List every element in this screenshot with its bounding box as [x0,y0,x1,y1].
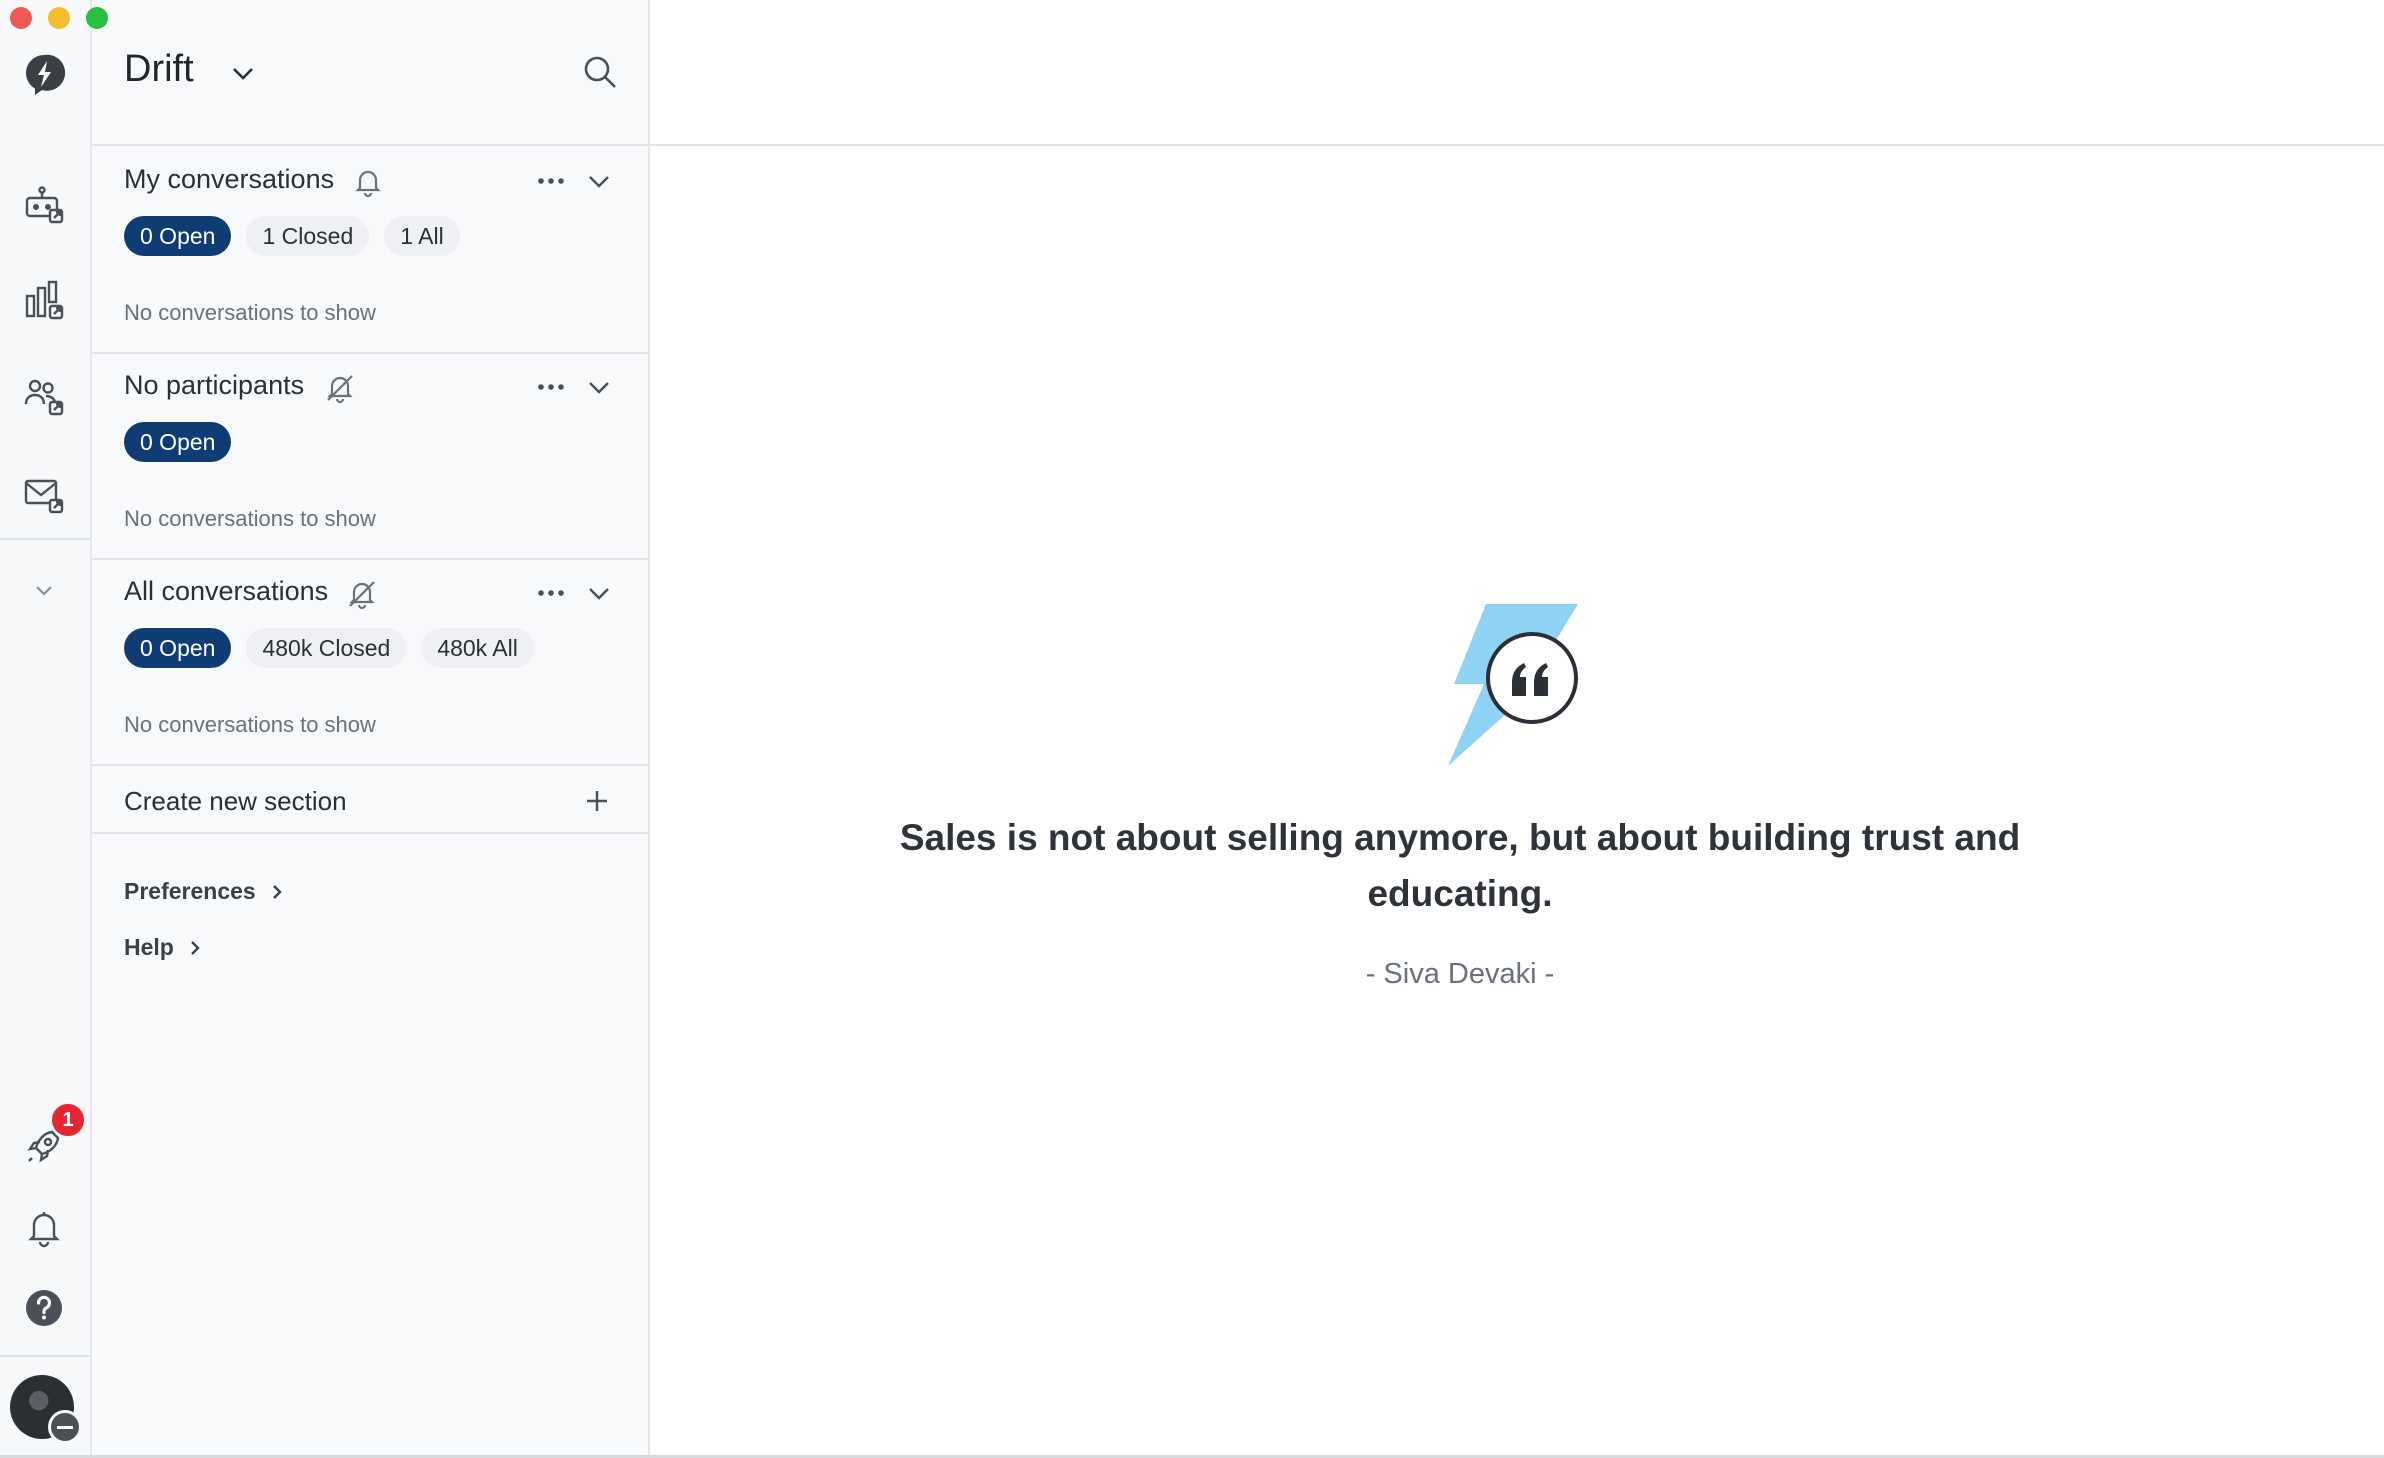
help-link[interactable]: Help [124,934,204,961]
email-icon[interactable] [20,470,68,518]
bell-muted-icon[interactable] [346,578,378,610]
more-options-icon[interactable] [534,370,568,404]
window-maximize-button[interactable] [86,7,108,29]
bell-muted-icon[interactable] [324,372,356,404]
collapse-chevron-icon[interactable] [584,578,614,608]
more-options-icon[interactable] [534,164,568,198]
conversations-sidebar: Drift My conversations 0 Open 1 Closed 1… [92,0,650,1458]
plus-icon[interactable] [582,786,612,816]
window-minimize-button[interactable] [48,7,70,29]
workspace-title[interactable]: Drift [124,48,194,91]
bell-icon[interactable] [352,166,384,198]
bell-icon[interactable] [20,1204,68,1252]
chevron-down-icon[interactable] [20,566,68,614]
collapse-chevron-icon[interactable] [584,372,614,402]
search-icon[interactable] [580,52,620,92]
pill-open[interactable]: 0 Open [124,422,232,462]
empty-state-text: No conversations to show [124,300,376,325]
create-new-section-row[interactable]: Create new section [92,766,648,834]
pill-all[interactable]: 480k All [421,628,534,668]
rocket-notification-badge: 1 [50,1102,86,1138]
window-close-button[interactable] [10,7,32,29]
create-new-section-label[interactable]: Create new section [124,786,347,817]
section-title[interactable]: No participants [124,370,304,401]
app-nav-rail: 1 [0,0,92,1458]
empty-state-text: No conversations to show [124,712,376,737]
pill-all[interactable]: 1 All [384,216,460,256]
quote-bolt-icon [1448,604,1578,766]
preferences-link[interactable]: Preferences [124,878,286,905]
rail-divider-bottom [0,1355,90,1357]
section-title[interactable]: All conversations [124,576,328,607]
pill-closed[interactable]: 1 Closed [246,216,370,256]
filter-pills: 0 Open 1 Closed 1 All [124,216,460,256]
section-my-conversations: My conversations 0 Open 1 Closed 1 All N… [92,148,648,354]
pill-open[interactable]: 0 Open [124,628,232,668]
away-status-icon [48,1410,82,1444]
empty-state-text: No conversations to show [124,506,376,531]
more-options-icon[interactable] [534,576,568,610]
pill-closed[interactable]: 480k Closed [246,628,407,668]
help-icon[interactable] [20,1284,68,1332]
reports-icon[interactable] [20,276,68,324]
collapse-chevron-icon[interactable] [584,166,614,196]
main-panel: Sales is not about selling anymore, but … [650,0,2384,1458]
workspace-chevron-down-icon[interactable] [228,58,258,88]
section-title[interactable]: My conversations [124,164,334,195]
preferences-label: Preferences [124,878,256,904]
rail-divider [0,538,90,540]
quote-author: - Siva Devaki - [1365,958,1555,990]
pill-open[interactable]: 0 Open [124,216,232,256]
workspace-header: Drift [92,0,648,146]
filter-pills: 0 Open 480k Closed 480k All [124,628,534,668]
chevron-right-icon [190,940,200,955]
chevron-right-icon [272,884,282,899]
window-controls [10,7,108,29]
quote-text: Sales is not about selling anymore, but … [899,817,2021,914]
main-header-bar [650,0,2384,146]
section-all-conversations: All conversations 0 Open 480k Closed 480… [92,560,648,766]
filter-pills: 0 Open [124,422,232,462]
contacts-icon[interactable] [20,372,68,420]
bot-icon[interactable] [20,180,68,228]
help-label: Help [124,934,174,960]
drift-logo-icon[interactable] [20,50,68,98]
section-no-participants: No participants 0 Open No conversations … [92,354,648,560]
drift-app-window: 1 Drift My conversations 0 Open 1 Closed… [0,0,2384,1458]
